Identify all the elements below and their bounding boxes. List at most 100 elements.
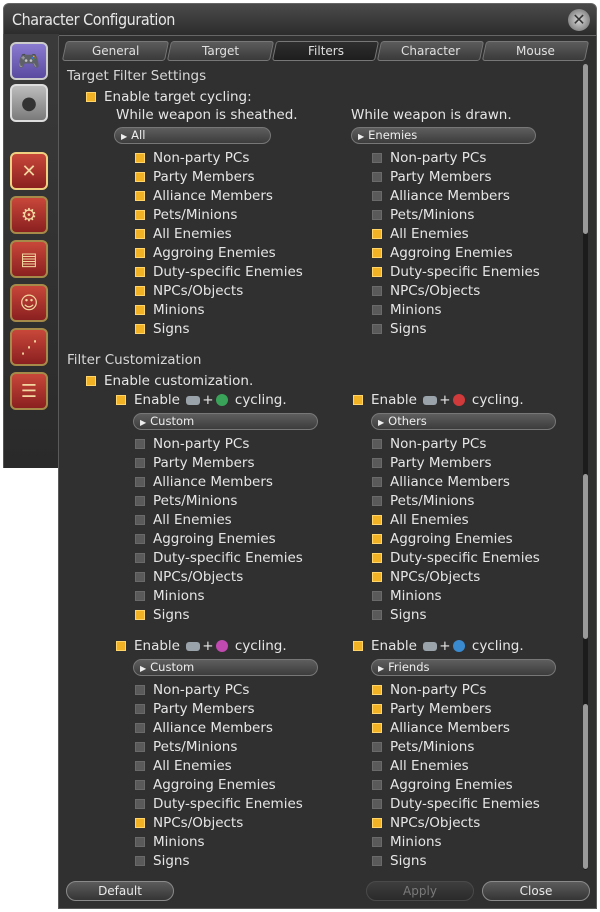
checkbox[interactable] [372,458,382,468]
filter-item[interactable]: All Enemies [135,758,232,774]
checkbox[interactable] [372,837,382,847]
tab-mouse[interactable]: Mouse [481,41,590,61]
filter-dropdown[interactable]: ▶ Others [371,413,556,430]
filter-item[interactable]: All Enemies [135,226,232,242]
filter-item[interactable]: NPCs/Objects [372,815,480,831]
checkbox[interactable] [372,704,382,714]
checkbox[interactable] [372,515,382,525]
filter-item[interactable]: Signs [372,321,426,337]
checkbox[interactable] [86,92,96,102]
checkbox[interactable] [116,641,126,651]
checkbox[interactable] [135,742,145,752]
enable-cycling-1[interactable]: Enable + cycling. [116,392,287,408]
filter-item[interactable]: Aggroing Enemies [135,245,276,261]
checkbox[interactable] [372,572,382,582]
filter-item[interactable]: All Enemies [372,512,469,528]
filter-item[interactable]: Aggroing Enemies [135,777,276,793]
character-icon[interactable]: ☺ [10,284,48,322]
checkbox[interactable] [135,172,145,182]
checkbox[interactable] [372,553,382,563]
checkbox[interactable] [135,191,145,201]
checkbox[interactable] [135,799,145,809]
filter-item[interactable]: Pets/Minions [135,493,237,509]
filter-item[interactable]: Non-party PCs [135,682,249,698]
chat-icon[interactable]: ☰ [10,372,48,410]
filter-item[interactable]: Minions [135,588,205,604]
filter-item[interactable]: Alliance Members [135,188,273,204]
chain-icon[interactable]: ⋰ [10,328,48,366]
checkbox[interactable] [135,610,145,620]
filter-item[interactable]: Party Members [135,455,255,471]
filter-item[interactable]: Duty-specific Enemies [372,550,540,566]
checkbox[interactable] [135,477,145,487]
filter-item[interactable]: Non-party PCs [135,150,249,166]
checkbox[interactable] [372,591,382,601]
checkbox[interactable] [372,477,382,487]
checkbox[interactable] [135,572,145,582]
enable-cycling-2[interactable]: Enable + cycling. [353,392,524,408]
target-icon[interactable]: ✕ [10,152,48,190]
checkbox[interactable] [372,818,382,828]
apply-button[interactable]: Apply [366,881,474,901]
default-button[interactable]: Default [66,881,174,901]
filter-item[interactable]: Signs [135,607,189,623]
filter-item[interactable]: Signs [372,853,426,869]
filter-item[interactable]: Aggroing Enemies [135,531,276,547]
filter-item[interactable]: Non-party PCs [372,150,486,166]
filter-item[interactable]: Party Members [135,169,255,185]
checkbox[interactable] [372,324,382,334]
filter-item[interactable]: Duty-specific Enemies [135,264,303,280]
checkbox[interactable] [135,229,145,239]
scrollbar[interactable] [583,64,588,870]
checkbox[interactable] [353,641,363,651]
checkbox[interactable] [135,723,145,733]
checkbox[interactable] [372,742,382,752]
checkbox[interactable] [372,286,382,296]
checkbox[interactable] [135,818,145,828]
filter-item[interactable]: NPCs/Objects [372,283,480,299]
filter-item[interactable]: Non-party PCs [135,436,249,452]
filter-item[interactable]: NPCs/Objects [135,569,243,585]
filter-item[interactable]: Alliance Members [372,188,510,204]
filter-item[interactable]: Minions [372,834,442,850]
filter-item[interactable]: Alliance Members [135,720,273,736]
checkbox[interactable] [135,496,145,506]
drawn-dropdown[interactable]: ▶ Enemies [351,127,536,144]
checkbox[interactable] [135,324,145,334]
checkbox[interactable] [372,229,382,239]
checkbox[interactable] [372,439,382,449]
checkbox[interactable] [135,837,145,847]
checkbox[interactable] [135,704,145,714]
filter-item[interactable]: Pets/Minions [372,493,474,509]
filter-item[interactable]: Signs [135,853,189,869]
filter-item[interactable]: Duty-specific Enemies [135,550,303,566]
checkbox[interactable] [372,305,382,315]
checkbox[interactable] [372,172,382,182]
checkbox[interactable] [372,780,382,790]
filter-item[interactable]: All Enemies [135,512,232,528]
checkbox[interactable] [372,210,382,220]
filter-item[interactable]: Pets/Minions [372,207,474,223]
filter-item[interactable]: Non-party PCs [372,436,486,452]
sheathed-dropdown[interactable]: ▶ All [114,127,271,144]
close-button[interactable]: Close [482,881,590,901]
filter-item[interactable]: Aggroing Enemies [372,245,513,261]
scrollbar-thumb[interactable] [583,474,588,639]
filter-item[interactable]: Duty-specific Enemies [372,264,540,280]
checkbox[interactable] [135,305,145,315]
checkbox[interactable] [372,856,382,866]
checkbox[interactable] [116,395,126,405]
filter-item[interactable]: Party Members [372,169,492,185]
checkbox[interactable] [372,496,382,506]
mouse-icon[interactable]: ● [10,84,48,122]
filter-item[interactable]: Pets/Minions [135,207,237,223]
checkbox[interactable] [86,376,96,386]
filter-item[interactable]: Alliance Members [372,720,510,736]
checkbox[interactable] [135,685,145,695]
checkbox[interactable] [135,856,145,866]
filter-item[interactable]: Aggroing Enemies [372,777,513,793]
filter-item[interactable]: Aggroing Enemies [372,531,513,547]
checkbox[interactable] [135,458,145,468]
checkbox[interactable] [135,248,145,258]
filter-dropdown[interactable]: ▶ Custom [133,413,318,430]
